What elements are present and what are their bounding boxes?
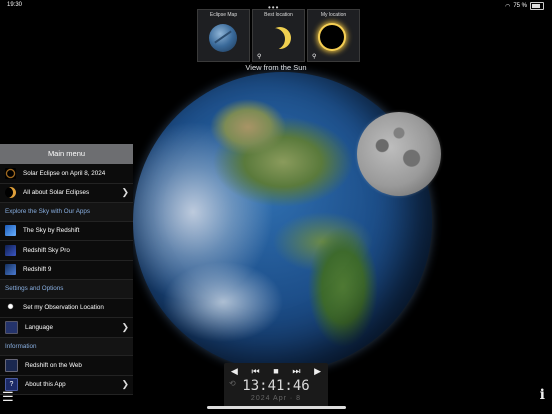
section-information: Information [0,337,133,356]
playback-controls: ◀ ⏮ ■ ⏭ ▶ [224,365,328,377]
crescent-icon [5,187,16,199]
chevron-right-icon: ❯ [121,187,129,198]
redshift-sky-pro-icon [5,244,16,256]
menu-item-label: Language [25,323,54,331]
battery-icon [530,2,544,10]
menu-title: Main menu [0,144,133,164]
wifi-icon: ◠ [505,3,511,10]
menu-item-observation-location[interactable]: Set my Observation Location [0,299,133,318]
menu-item-label: Redshift 9 [23,266,52,274]
home-indicator[interactable] [207,406,346,409]
web-icon [5,358,18,372]
thumb-label: Best location [264,12,293,18]
menu-item-label: Redshift on the Web [25,361,82,369]
location-pin-icon: ⚲ [257,54,262,60]
menu-item-redshift-web[interactable]: Redshift on the Web [0,356,133,376]
eclipse-icon [5,167,16,179]
section-explore: Explore the Sky with Our Apps [0,203,133,222]
step-forward-icon[interactable]: ⏭ [292,366,300,377]
thumb-best-location[interactable]: Best location ⚲ [252,9,305,62]
thumb-my-location[interactable]: My location ⚲ [307,9,360,62]
status-time: 19:30 [7,2,23,8]
menu-item-solar-eclipse[interactable]: Solar Eclipse on April 8, 2024 [0,164,133,184]
menu-item-about-app[interactable]: ? About this App ❯ [0,376,133,395]
thumb-eclipse-map[interactable]: Eclipse Map [197,9,250,62]
the-sky-app-icon [5,225,16,237]
clock-display[interactable]: 13:41:46 [224,378,328,394]
globe-icon [209,24,237,52]
menu-icon[interactable]: ☰ [2,389,14,405]
menu-item-label: Set my Observation Location [23,304,104,312]
location-pin-icon [5,302,16,314]
language-icon [5,320,18,334]
menu-item-label: Solar Eclipse on April 8, 2024 [23,169,106,177]
crescent-sun-icon [269,27,291,49]
chevron-right-icon: ❯ [121,321,129,332]
thumb-label: My location [320,12,347,18]
play-backward-icon[interactable]: ◀ [231,366,238,377]
menu-item-label: Redshift Sky Pro [23,246,70,254]
moon [357,112,441,196]
section-settings: Settings and Options [0,280,133,299]
thumb-label: Eclipse Map [209,12,238,18]
menu-item-language[interactable]: Language ❯ [0,318,133,338]
view-title: View from the Sun [245,63,307,72]
menu-item-label: About this App [25,381,66,389]
menu-item-about-eclipses[interactable]: All about Solar Eclipses ❯ [0,184,133,203]
battery-percent: 75 % [513,3,527,9]
redshift-9-icon [5,264,16,276]
step-back-icon[interactable]: ⏮ [251,366,259,377]
location-pin-icon: ⚲ [312,54,317,60]
chevron-right-icon: ❯ [121,379,129,390]
main-menu: Main menu Solar Eclipse on April 8, 2024… [0,144,133,395]
play-forward-icon[interactable]: ▶ [314,366,321,377]
menu-item-label: All about Solar Eclipses [23,189,90,197]
eclipse-ring-icon [320,25,344,49]
menu-item-redshift-9[interactable]: Redshift 9 [0,261,133,280]
menu-item-redshift-sky-pro[interactable]: Redshift Sky Pro [0,241,133,261]
stop-icon[interactable]: ■ [273,366,278,376]
view-thumbnails: Eclipse Map Best location ⚲ My location … [197,9,360,62]
info-icon[interactable]: i [540,387,545,403]
menu-item-sky-by-redshift[interactable]: The Sky by Redshift [0,222,133,241]
time-controls: ◀ ⏮ ■ ⏭ ▶ ⟲ 13:41:46 2024 Apr · 8 [224,363,328,409]
date-display[interactable]: 2024 Apr · 8 [224,395,328,402]
status-right: ◠ 75 % [505,2,544,10]
menu-item-label: The Sky by Redshift [23,227,80,235]
